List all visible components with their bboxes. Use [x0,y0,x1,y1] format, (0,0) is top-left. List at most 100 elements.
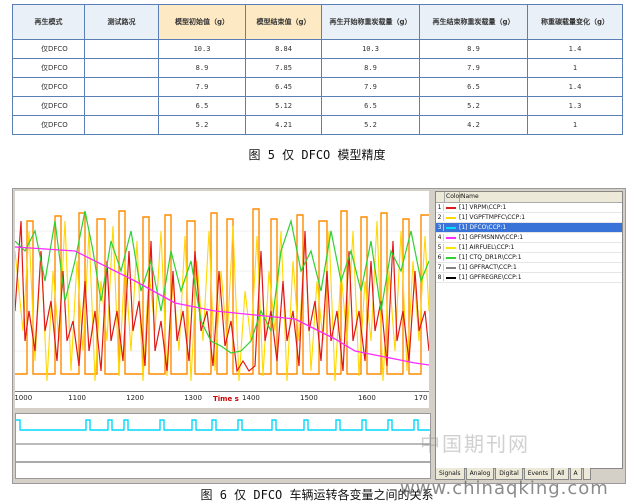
channel-color-swatch [445,206,456,209]
x-tick: 1300 [184,394,202,402]
channel-name: [1] CTQ_DR1R\CCP:1 [459,254,522,261]
cell-wend: 6.5 [419,77,528,97]
channel-color-swatch [445,216,456,219]
cell-wstart: 6.5 [321,96,420,116]
dfco-digital-trace [16,419,430,431]
channel-row[interactable]: 6 [1] CTQ_DR1R\CCP:1 [436,253,622,263]
cell-wend: 4.2 [419,115,528,135]
channel-id: 3 [436,224,444,231]
table-row: 仅DFCO 6.5 5.12 6.5 5.2 1.3 [12,96,623,116]
header-model-end: 模型结束值（g） [245,4,322,40]
channel-name: [1] VRPM\CCP:1 [459,204,507,211]
header-weigh-delta: 称重碳载量变化（g） [527,4,623,40]
x-tick: 1100 [68,394,87,402]
cell-end: 5.12 [245,96,322,116]
x-tick: 1600 [357,394,376,402]
header-model-init: 模型初始值（g） [158,4,246,40]
cell-init: 7.9 [158,77,246,97]
header-weigh-start: 再生开始称重炭载量（g） [321,4,420,40]
cell-mode: 仅DFCO [12,115,85,135]
cell-init: 6.5 [158,96,246,116]
header-weigh-end: 再生结束称重炭载量（g） [419,4,528,40]
cell-delta: 1 [527,115,623,135]
channel-name: [1] GPFMSNNV\CCP:1 [459,234,524,241]
watermark-url: www.chinaqking.com [400,478,609,499]
channel-row[interactable]: 7 [1] GPFRACT\CCP:1 [436,263,622,273]
cell-init: 8.9 [158,58,246,78]
header-name: Name [461,193,479,200]
channel-id: 4 [436,234,444,241]
channel-color-swatch [445,246,456,249]
x-tick: 170 [414,394,428,402]
channel-id: 2 [436,214,444,221]
channel-id: 7 [436,264,444,271]
table-row: 仅DFCO 5.2 4.21 5.2 4.2 1 [12,115,623,135]
signal-viewer: 1000 1100 1200 1300 1400 1500 1600 170 T… [12,188,626,484]
cell-delta: 1.4 [527,39,623,59]
cell-delta: 1.3 [527,96,623,116]
channel-color-swatch [445,226,456,229]
channel-row[interactable]: 5 [1] AIRFUEL\CCP:1 [436,243,622,253]
channel-name: [1] VGPFTMPFC\CCP:1 [459,214,526,221]
table-row: 仅DFCO 7.9 6.45 7.9 6.5 1.4 [12,77,623,97]
header-id [436,192,445,202]
channel-color-swatch [445,236,456,239]
model-accuracy-table: 再生模式 测试路况 模型初始值（g） 模型结束值（g） 再生开始称重炭载量（g）… [12,4,623,135]
cell-end: 4.21 [245,115,322,135]
channel-name: [1] AIRFUEL\CCP:1 [459,244,515,251]
x-axis-title: Time s [213,395,239,403]
header-color: Color [446,192,462,202]
figure-5-caption: 图 5 仅 DFCO 模型精度 [248,148,386,162]
cell-mode: 仅DFCO [12,77,85,97]
cell-end: 6.45 [245,77,322,97]
cell-wend: 5.2 [419,96,528,116]
channel-list-header: Color Name [436,192,622,203]
x-tick: 1400 [242,394,260,402]
channel-row-selected[interactable]: 3 [1] DFCO\CCP:1 [436,223,622,233]
cell-wstart: 8.9 [321,58,420,78]
channel-id: 5 [436,244,444,251]
cell-road [84,58,159,78]
cell-wend: 7.9 [419,58,528,78]
header-road: 测试路况 [84,4,159,40]
channel-name: [1] GPFRACT\CCP:1 [459,264,517,271]
cell-init: 10.3 [158,39,246,59]
table-header-row: 再生模式 测试路况 模型初始值（g） 模型结束值（g） 再生开始称重炭载量（g）… [12,4,623,40]
channel-row[interactable]: 2 [1] VGPFTMPFC\CCP:1 [436,213,622,223]
channel-row[interactable]: 1 [1] VRPM\CCP:1 [436,203,622,213]
header-regen-mode: 再生模式 [12,4,85,40]
channel-name: [1] DFCO\CCP:1 [459,224,507,231]
cell-end: 8.84 [245,39,322,59]
digital-signal-plot [15,413,431,479]
x-tick: 1200 [126,394,144,402]
cell-delta: 1.4 [527,77,623,97]
cell-mode: 仅DFCO [12,39,85,59]
channel-id: 1 [436,204,444,211]
x-tick: 1500 [300,394,318,402]
cell-wend: 8.9 [419,39,528,59]
channel-color-swatch [445,256,456,259]
cell-wstart: 5.2 [321,115,420,135]
cell-wstart: 10.3 [321,39,420,59]
channel-name: [1] GPFREGRE\CCP:1 [459,274,522,281]
channel-row[interactable]: 8 [1] GPFREGRE\CCP:1 [436,273,622,283]
channel-row[interactable]: 4 [1] GPFMSNNV\CCP:1 [436,233,622,243]
cell-road [84,96,159,116]
cell-road [84,115,159,135]
cell-road [84,77,159,97]
channel-id: 8 [436,274,444,281]
channel-id: 6 [436,254,444,261]
channel-color-swatch [445,266,456,269]
x-tick: 1000 [14,394,33,402]
cell-road [84,39,159,59]
cell-mode: 仅DFCO [12,96,85,116]
watermark-cn: 中国期刊网 [420,432,530,456]
time-axis: 1000 1100 1200 1300 1400 1500 1600 170 T… [14,391,429,408]
table-row: 仅DFCO 8.9 7.85 8.9 7.9 1 [12,58,623,78]
cell-wstart: 7.9 [321,77,420,97]
cell-end: 7.85 [245,58,322,78]
channel-color-swatch [445,276,456,279]
table-row: 仅DFCO 10.3 8.84 10.3 8.9 1.4 [12,39,623,59]
signal-plot [15,191,429,391]
cell-init: 5.2 [158,115,246,135]
